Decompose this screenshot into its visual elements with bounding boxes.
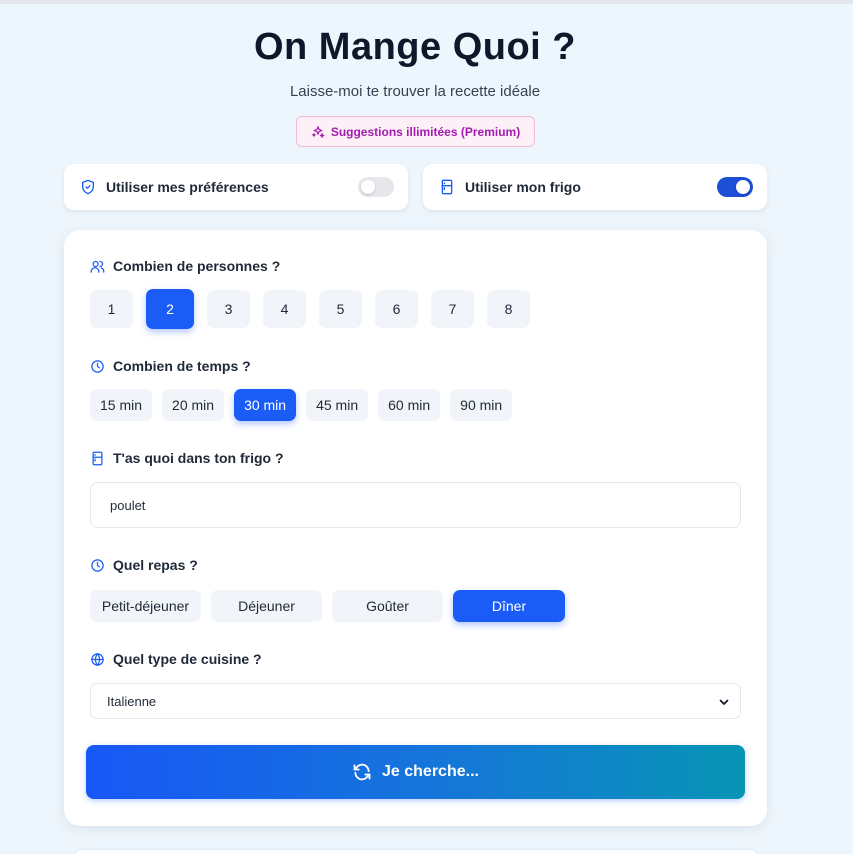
sparkles-icon (311, 125, 325, 139)
people-option-6[interactable]: 6 (375, 290, 418, 328)
time-section-label: Combien de temps ? (90, 358, 251, 374)
preferences-toggle-switch[interactable] (358, 177, 394, 197)
fridge-label: T'as quoi dans ton frigo ? (113, 450, 284, 466)
preferences-toggle-card: Utiliser mes préférences (64, 164, 408, 210)
meal-label: Quel repas ? (113, 557, 198, 573)
page-title: On Mange Quoi ? (253, 26, 577, 68)
time-option-15[interactable]: 15 min (90, 389, 153, 421)
fridge-section-label: T'as quoi dans ton frigo ? (90, 450, 284, 466)
search-button-label: Je cherche... (382, 763, 479, 780)
time-option-20[interactable]: 20 min (162, 389, 225, 421)
users-icon (90, 259, 105, 274)
search-button[interactable]: Je cherche... (86, 745, 745, 799)
time-options: 15 min 20 min 30 min 45 min 60 min 90 mi… (90, 389, 522, 421)
preferences-toggle-label: Utiliser mes préférences (106, 179, 269, 195)
people-label: Combien de personnes ? (113, 258, 281, 274)
fridge-toggle-switch[interactable] (717, 177, 753, 197)
switch-knob (361, 180, 375, 194)
fridge-icon (90, 451, 105, 466)
cuisine-selected-value: Italienne (107, 693, 157, 709)
meal-section-label: Quel repas ? (90, 557, 198, 573)
top-divider (0, 0, 853, 4)
cuisine-select[interactable]: Italienne (90, 683, 741, 719)
switch-knob (736, 180, 750, 194)
globe-icon (90, 652, 105, 667)
people-option-2[interactable]: 2 (146, 289, 194, 329)
time-option-45[interactable]: 45 min (306, 389, 369, 421)
people-option-3[interactable]: 3 (207, 290, 250, 328)
fridge-icon (439, 179, 455, 195)
meal-option-snack[interactable]: Goûter (332, 590, 443, 622)
meal-options: Petit-déjeuner Déjeuner Goûter Dîner (90, 590, 575, 622)
recipe-form-card: Combien de personnes ? 1 2 3 4 5 6 7 8 C… (64, 230, 767, 826)
premium-label: Suggestions illimitées (Premium) (330, 124, 521, 139)
fridge-toggle-card: Utiliser mon frigo (423, 164, 767, 210)
time-option-90[interactable]: 90 min (450, 389, 513, 421)
clock-icon (90, 558, 105, 573)
people-options: 1 2 3 4 5 6 7 8 (90, 289, 543, 329)
meal-option-lunch[interactable]: Déjeuner (211, 590, 322, 622)
cuisine-label: Quel type de cuisine ? (113, 651, 262, 667)
cuisine-section-label: Quel type de cuisine ? (90, 651, 262, 667)
people-option-1[interactable]: 1 (90, 290, 133, 328)
people-option-5[interactable]: 5 (319, 290, 362, 328)
chevron-down-icon (718, 696, 730, 708)
fridge-ingredients-input[interactable] (90, 482, 741, 528)
people-section-label: Combien de personnes ? (90, 258, 280, 274)
people-option-4[interactable]: 4 (263, 290, 306, 328)
page-subtitle: Laisse-moi te trouver la recette idéale (289, 83, 541, 100)
shield-check-icon (80, 179, 96, 195)
meal-option-dinner[interactable]: Dîner (453, 590, 565, 622)
refresh-icon (352, 762, 372, 782)
time-option-60[interactable]: 60 min (378, 389, 441, 421)
fridge-toggle-label: Utiliser mon frigo (465, 179, 581, 195)
next-card-edge (74, 850, 758, 854)
premium-badge-button[interactable]: Suggestions illimitées (Premium) (296, 116, 535, 147)
people-option-7[interactable]: 7 (431, 290, 474, 328)
people-option-8[interactable]: 8 (487, 290, 530, 328)
time-option-30[interactable]: 30 min (234, 389, 297, 421)
time-label: Combien de temps ? (113, 358, 251, 374)
meal-option-breakfast[interactable]: Petit-déjeuner (90, 590, 201, 622)
clock-icon (90, 359, 105, 374)
